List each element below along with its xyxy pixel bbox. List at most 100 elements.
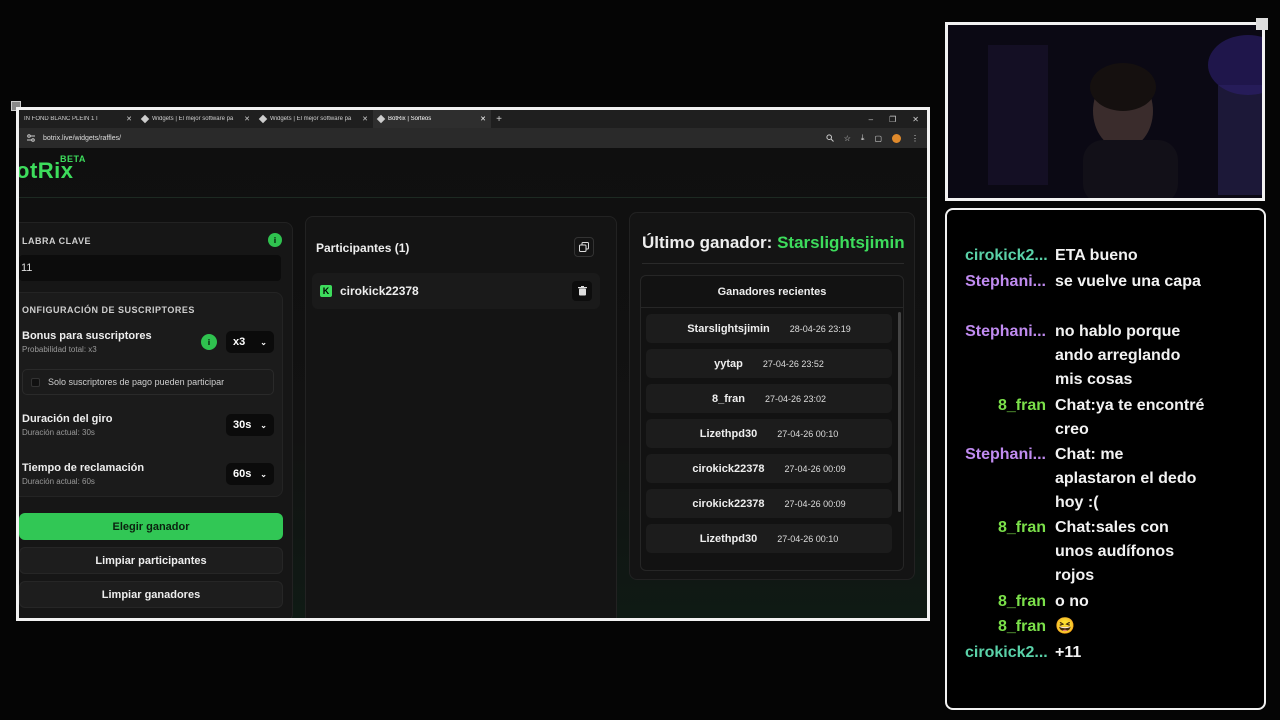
- winner-row: yytap 27-04-26 23:52: [646, 349, 892, 378]
- chat-text: +11: [1055, 644, 1082, 661]
- bonus-info-icon[interactable]: i: [201, 334, 217, 350]
- participants-panel: Participantes (1) K cirokick22378: [305, 216, 617, 618]
- chat-text: Chat:sales con unos audífonos rojos: [1055, 519, 1175, 584]
- spin-duration-subtext: Duración actual: 30s: [22, 428, 95, 437]
- spin-duration-select[interactable]: 30s ⌄: [226, 414, 274, 436]
- subscriber-bonus-row: Bonus para suscriptores Probabilidad tot…: [22, 330, 274, 354]
- site-info-icon[interactable]: [27, 134, 35, 142]
- stream-layout: IN FOND BLANC PLEIN 1 I ✕ Widgets | El me…: [0, 0, 1280, 720]
- chat-username: cirokick2...: [965, 644, 1048, 661]
- only-paid-subs-option[interactable]: Solo suscriptores de pago pueden partici…: [22, 369, 274, 395]
- remove-participant-button[interactable]: [572, 281, 592, 301]
- bonus-label: Bonus para suscriptores: [22, 330, 152, 342]
- browser-tab-2[interactable]: Widgets | El mejor software pa ✕: [137, 110, 255, 128]
- winner-row: Lizethpd30 27-04-26 00:10: [646, 524, 892, 553]
- trash-icon: [577, 286, 587, 296]
- bookmark-star-icon[interactable]: ☆: [844, 134, 851, 143]
- kick-platform-icon: K: [320, 285, 332, 297]
- claim-time-row: Tiempo de reclamación Duración actual: 6…: [22, 462, 274, 486]
- only-paid-checkbox[interactable]: [31, 377, 40, 387]
- stream-chat-overlay: cirokick2... ETA bueno Stephani... se vu…: [945, 208, 1266, 710]
- chat-username: Stephani...: [965, 323, 1046, 340]
- winner-row-name: Lizethpd30: [699, 427, 758, 440]
- clear-winners-button[interactable]: Limpiar ganadores: [19, 581, 283, 608]
- chat-text: 😆: [1055, 618, 1075, 635]
- claim-time-select[interactable]: 60s ⌄: [226, 463, 274, 485]
- chat-text: ETA bueno: [1055, 247, 1138, 264]
- only-paid-label: Solo suscriptores de pago pueden partici…: [48, 377, 225, 387]
- winner-row: cirokick22378 27-04-26 00:09: [646, 489, 892, 518]
- last-winner-name: Starslightsjimin: [777, 233, 905, 252]
- subscriber-config-box: ONFIGURACIÓN DE SUSCRIPTORES Bonus para …: [19, 292, 283, 497]
- close-tab-icon[interactable]: ✕: [480, 115, 486, 123]
- winners-panel: Último ganador: Starslightsjimin Ganador…: [629, 212, 915, 580]
- frame-corner-marker: [1256, 18, 1268, 30]
- chat-text: se vuelve una capa: [1055, 273, 1201, 290]
- winner-row-date: 27-04-26 23:02: [764, 393, 827, 404]
- spin-duration-label: Duración del giro: [22, 413, 113, 425]
- tab-strip: IN FOND BLANC PLEIN 1 I ✕ Widgets | El me…: [19, 110, 927, 128]
- winner-row-date: 27-04-26 00:09: [784, 498, 846, 509]
- extensions-icon[interactable]: ▢: [874, 134, 882, 143]
- spin-duration-row: Duración del giro Duración actual: 30s 3…: [22, 413, 274, 437]
- pick-winner-button[interactable]: Elegir ganador: [19, 513, 283, 540]
- keyword-info-icon[interactable]: i: [268, 233, 282, 247]
- close-tab-icon[interactable]: ✕: [126, 115, 132, 123]
- chat-message: cirokick2... ETA bueno: [965, 244, 1255, 268]
- winner-row-name: 8_fran: [711, 392, 745, 405]
- winner-row-name: Lizethpd30: [699, 532, 758, 545]
- close-window-icon[interactable]: ✕: [912, 115, 919, 124]
- close-tab-icon[interactable]: ✕: [362, 115, 368, 123]
- claim-select-value: 60s: [233, 468, 252, 480]
- claim-time-subtext: Duración actual: 60s: [22, 477, 95, 486]
- last-winner-prefix: Último ganador:: [642, 233, 773, 252]
- clear-participants-button[interactable]: Limpiar participantes: [19, 547, 283, 574]
- recent-winners-scrollbar[interactable]: [898, 312, 901, 512]
- last-winner-heading: Último ganador: Starslightsjimin: [642, 233, 905, 253]
- address-bar-actions: ☆ ⤓ ▢ ⋮: [826, 133, 919, 143]
- download-icon[interactable]: ⤓: [861, 133, 865, 143]
- winner-row: Lizethpd30 27-04-26 00:10: [646, 419, 892, 448]
- winner-row-date: 27-04-26 00:10: [777, 428, 839, 439]
- browser-tab-3[interactable]: Widgets | El mejor software pa ✕: [255, 110, 373, 128]
- divider: [642, 263, 904, 264]
- favicon-icon: [376, 114, 386, 124]
- webcam-feed: [945, 22, 1265, 201]
- window-controls: – ❐ ✕: [869, 115, 927, 124]
- webcam-image: [948, 25, 1262, 198]
- favicon-icon: [258, 114, 268, 124]
- chat-text: Chat:ya te encontré creo: [1055, 397, 1205, 438]
- chat-username: Stephani...: [965, 273, 1046, 290]
- copy-participants-button[interactable]: [574, 237, 594, 257]
- chat-message: 8_fran Chat:ya te encontré creo: [965, 394, 1255, 442]
- url-field[interactable]: botrix.live/widgets/raffles/: [43, 135, 818, 142]
- chat-username: Stephani...: [965, 446, 1046, 463]
- keyword-input[interactable]: 11: [19, 255, 281, 281]
- tab-title: Widgets | El mejor software pa: [270, 116, 352, 122]
- botrix-logo[interactable]: otRix BETA: [19, 154, 85, 184]
- winner-row-date: 28-04-26 23:19: [789, 323, 851, 334]
- chevron-down-icon: ⌄: [260, 469, 267, 479]
- restore-icon[interactable]: ❐: [889, 115, 896, 124]
- zoom-icon[interactable]: [826, 134, 834, 142]
- chat-message: Stephani... Chat: me aplastaron el dedo …: [965, 443, 1255, 515]
- keyword-title: LABRA CLAVE: [22, 236, 91, 246]
- bonus-select[interactable]: x3 ⌄: [226, 331, 274, 353]
- minimize-icon[interactable]: –: [869, 115, 873, 124]
- winner-row: cirokick22378 27-04-26 00:09: [646, 454, 892, 483]
- chevron-down-icon: ⌄: [260, 337, 267, 347]
- new-tab-button[interactable]: +: [491, 114, 507, 125]
- chat-message: 8_fran o no: [965, 590, 1255, 614]
- menu-kebab-icon[interactable]: ⋮: [911, 134, 919, 143]
- winner-row-name: cirokick22378: [692, 462, 765, 475]
- botrix-raffles-page: otRix BETA LABRA CLAVE i 11 ONFIGURACIÓN…: [19, 148, 927, 618]
- page-header: otRix BETA: [19, 148, 927, 198]
- browser-tab-4[interactable]: BotRix | Sorteos ✕: [373, 110, 491, 128]
- profile-avatar[interactable]: [892, 133, 901, 143]
- recent-winners-title: Ganadores recientes: [641, 276, 903, 308]
- close-tab-icon[interactable]: ✕: [244, 115, 250, 123]
- browser-tab-1[interactable]: IN FOND BLANC PLEIN 1 I ✕: [19, 110, 137, 128]
- chat-text: Chat: me aplastaron el dedo hoy :(: [1055, 446, 1197, 511]
- winner-row-date: 27-04-26 00:09: [784, 463, 846, 474]
- bonus-select-value: x3: [233, 336, 246, 348]
